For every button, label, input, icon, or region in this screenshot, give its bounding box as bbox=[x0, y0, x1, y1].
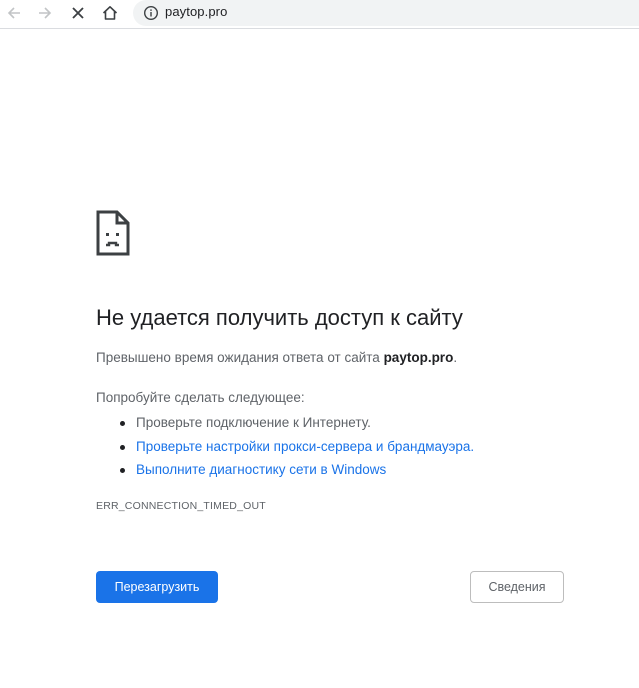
reload-button[interactable]: Перезагрузить bbox=[96, 571, 218, 603]
description-text: Превышено время ожидания ответа от сайта bbox=[96, 350, 384, 365]
browser-toolbar: paytop.pro bbox=[0, 0, 639, 29]
forward-button[interactable] bbox=[33, 1, 57, 25]
close-icon bbox=[72, 7, 84, 19]
network-diagnostics-link[interactable]: Выполните диагностику сети в Windows bbox=[136, 462, 386, 477]
proxy-settings-link[interactable]: Проверьте настройки прокси-сервера и бра… bbox=[136, 439, 474, 454]
page-title: Не удается получить доступ к сайту bbox=[96, 305, 463, 330]
info-icon[interactable] bbox=[143, 5, 159, 21]
suggestions-list: Проверьте подключение к Интернету. Прове… bbox=[116, 411, 474, 482]
sad-document-icon bbox=[96, 210, 130, 256]
suggestion-check-connection: Проверьте подключение к Интернету. bbox=[116, 411, 474, 435]
home-icon bbox=[102, 6, 118, 20]
description-suffix: . bbox=[453, 350, 458, 365]
back-button[interactable] bbox=[2, 1, 26, 25]
error-code: ERR_CONNECTION_TIMED_OUT bbox=[96, 500, 266, 512]
suggestion-run-diagnostics: Выполните диагностику сети в Windows bbox=[116, 458, 474, 482]
suggestion-check-proxy: Проверьте настройки прокси-сервера и бра… bbox=[116, 435, 474, 459]
error-description: Превышено время ожидания ответа от сайта… bbox=[96, 348, 457, 368]
stop-button[interactable] bbox=[66, 1, 90, 25]
details-button[interactable]: Сведения bbox=[470, 571, 564, 603]
suggestions-heading: Попробуйте сделать следующее: bbox=[96, 390, 305, 405]
address-bar[interactable]: paytop.pro bbox=[133, 0, 639, 26]
description-host: paytop.pro bbox=[383, 350, 454, 365]
arrow-left-icon bbox=[7, 7, 20, 19]
home-button[interactable] bbox=[98, 1, 122, 25]
arrow-right-icon bbox=[39, 7, 52, 19]
suggestion-text: Проверьте подключение к Интернету. bbox=[136, 415, 371, 430]
url-text[interactable]: paytop.pro bbox=[165, 4, 227, 19]
